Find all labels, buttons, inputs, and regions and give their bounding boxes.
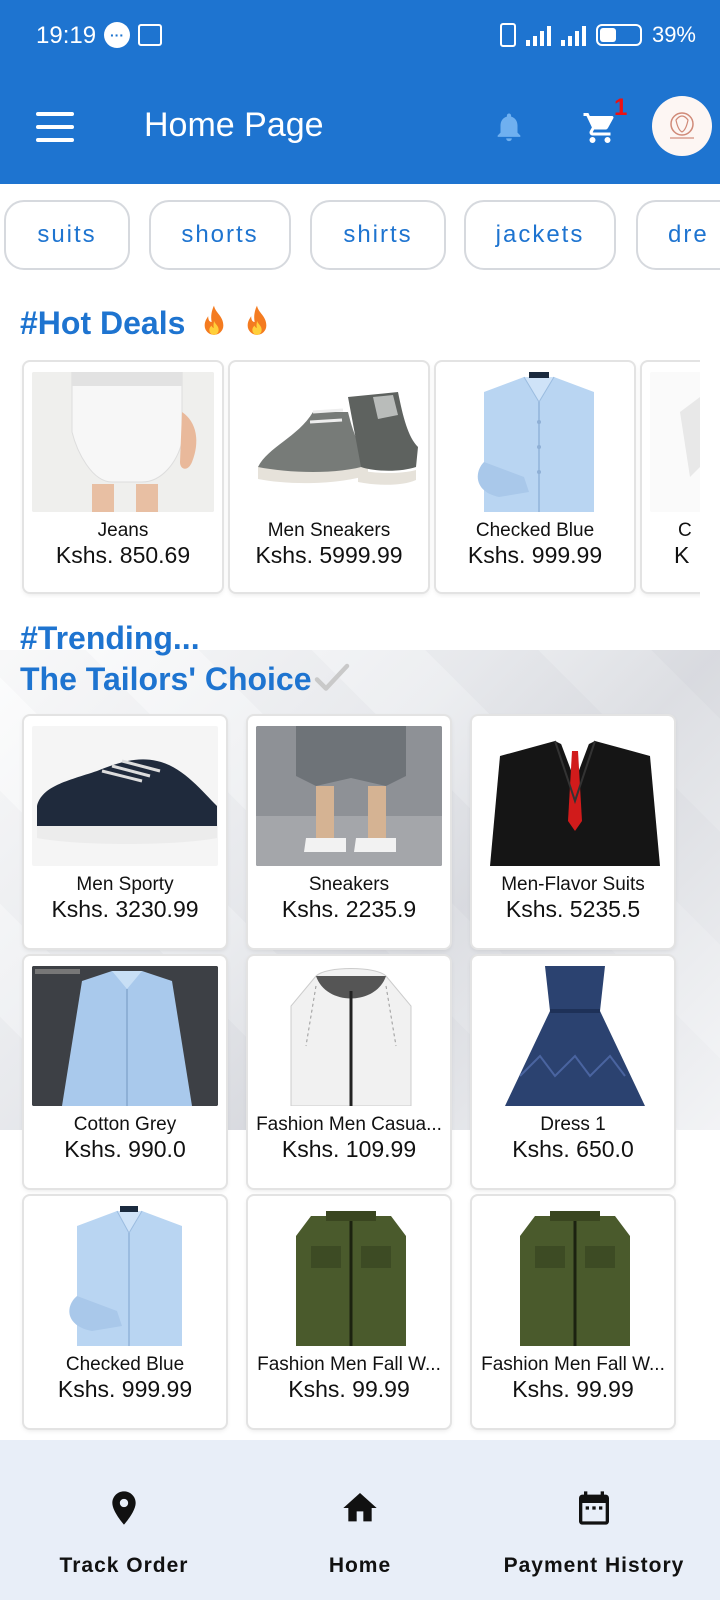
product-image	[480, 966, 666, 1106]
product-name: Checked Blue	[65, 1354, 185, 1375]
menu-icon[interactable]	[36, 112, 74, 142]
avatar[interactable]	[652, 96, 712, 156]
product-price: Kshs. 5235.5	[505, 896, 641, 922]
product-name: Jeans	[97, 520, 149, 541]
product-price: Kshs. 5999.99	[255, 542, 403, 568]
nav-label: Payment History	[503, 1554, 685, 1577]
product-price: Kshs. 850.69	[55, 542, 191, 568]
notification-icons: ···	[104, 22, 162, 48]
product-name: Fashion Men Fall W...	[481, 1354, 665, 1375]
product-card[interactable]: Men-Flavor Suits Kshs. 5235.5	[472, 716, 674, 948]
trending-subtitle-row: The Tailors' Choice	[20, 660, 352, 698]
product-card[interactable]: Checked Blue Kshs. 999.99	[436, 362, 634, 592]
product-card[interactable]: Jeans Kshs. 850.69	[24, 362, 222, 592]
product-price: Kshs. 2235.9	[281, 896, 417, 922]
product-image	[32, 726, 218, 866]
logo-icon	[670, 112, 694, 139]
product-name: Fashion Men Fall W...	[257, 1354, 441, 1375]
app-bar: Home Page 1	[0, 72, 720, 184]
chip-dresses[interactable]: dre	[636, 200, 720, 270]
product-name: Men-Flavor Suits	[501, 874, 645, 895]
bell-icon[interactable]	[492, 108, 526, 146]
product-price: Kshs. 3230.99	[51, 896, 199, 922]
status-time: 19:19	[36, 22, 97, 49]
product-name: C	[678, 520, 692, 541]
product-card[interactable]: Men Sporty Kshs. 3230.99	[24, 716, 226, 948]
product-price: Kshs. 990.0	[64, 1136, 186, 1162]
signal-icon	[525, 24, 551, 46]
product-price: Kshs. 99.99	[512, 1376, 634, 1402]
product-image	[32, 372, 214, 512]
status-bar: 19:19 ··· 39%	[0, 0, 720, 72]
product-image	[480, 1206, 666, 1346]
product-name: Men Sneakers	[267, 520, 391, 541]
product-name: Sneakers	[308, 874, 390, 895]
chip-shorts[interactable]: shorts	[149, 200, 291, 270]
category-chips: suits shorts shirts jackets dre	[4, 200, 720, 272]
chip-suits[interactable]: suits	[4, 200, 130, 270]
product-image	[444, 372, 626, 512]
check-mark-icon	[314, 663, 349, 691]
hot-deals-title: #Hot Deals	[20, 305, 186, 341]
battery-level: 39%	[651, 22, 696, 47]
fire-icon	[247, 305, 267, 335]
product-price: Kshs. 999.99	[467, 542, 603, 568]
location-pin-icon	[112, 1491, 136, 1525]
product-image	[238, 372, 420, 512]
product-image	[256, 1206, 442, 1346]
cart-badge: 1	[614, 94, 628, 121]
fire-icon	[204, 305, 224, 335]
product-image	[32, 966, 218, 1106]
chip-shirts[interactable]: shirts	[310, 200, 446, 270]
signal-icon-2	[560, 24, 586, 46]
product-card[interactable]: Dress 1 Kshs. 650.0	[472, 956, 674, 1188]
battery-icon	[595, 24, 642, 46]
product-card[interactable]: Fashion Men Fall W... Kshs. 99.99	[472, 1196, 674, 1428]
nav-label: Home	[328, 1554, 392, 1577]
product-price: Kshs. 99.99	[288, 1376, 410, 1402]
product-card[interactable]: Sneakers Kshs. 2235.9	[248, 716, 450, 948]
product-price: Kshs. 999.99	[57, 1376, 193, 1402]
phone-icon	[499, 23, 516, 47]
page-title: Home Page	[144, 106, 324, 144]
status-right: 39%	[499, 22, 696, 48]
nav-label: Track Order	[59, 1554, 189, 1577]
trending-subtitle: The Tailors' Choice	[20, 661, 312, 697]
hot-deals-row: Jeans Kshs. 850.69 Men Sneakers Kshs. 59…	[20, 360, 700, 598]
product-image	[32, 1206, 218, 1346]
product-price: K	[674, 542, 690, 568]
hot-deals-heading: #Hot Deals	[20, 304, 271, 342]
product-name: Checked Blue	[475, 520, 595, 541]
calendar-icon	[579, 1491, 609, 1525]
chip-jackets[interactable]: jackets	[464, 200, 616, 270]
screen: 19:19 ··· 39% Home Page 1 suits shorts s…	[0, 0, 720, 1600]
product-name: Fashion Men Casua...	[256, 1114, 442, 1135]
product-image	[650, 372, 700, 512]
product-card[interactable]: C K	[642, 362, 700, 592]
home-icon	[343, 1493, 377, 1522]
product-card[interactable]: Men Sneakers Kshs. 5999.99	[230, 362, 428, 592]
trending-title: #Trending...	[20, 620, 200, 656]
product-image	[256, 966, 442, 1106]
product-price: Kshs. 650.0	[512, 1136, 634, 1162]
image-icon	[138, 24, 162, 46]
product-price: Kshs. 109.99	[281, 1136, 417, 1162]
product-card[interactable]: Checked Blue Kshs. 999.99	[24, 1196, 226, 1428]
product-card[interactable]: Fashion Men Fall W... Kshs. 99.99	[248, 1196, 450, 1428]
nav-payment-history[interactable]: Payment History	[474, 1440, 714, 1600]
product-image	[480, 726, 666, 866]
product-card[interactable]: Fashion Men Casua... Kshs. 109.99	[248, 956, 450, 1188]
product-card[interactable]: Cotton Grey Kshs. 990.0	[24, 956, 226, 1188]
nav-track-order[interactable]: Track Order	[4, 1440, 244, 1600]
nav-home[interactable]: Home	[240, 1440, 480, 1600]
bottom-nav: Track Order Home Payment History	[0, 1440, 720, 1600]
product-image	[256, 726, 442, 866]
product-name: Cotton Grey	[73, 1114, 177, 1135]
product-name: Men Sporty	[76, 874, 174, 895]
message-icon: ···	[104, 22, 130, 48]
product-name: Dress 1	[540, 1114, 606, 1135]
